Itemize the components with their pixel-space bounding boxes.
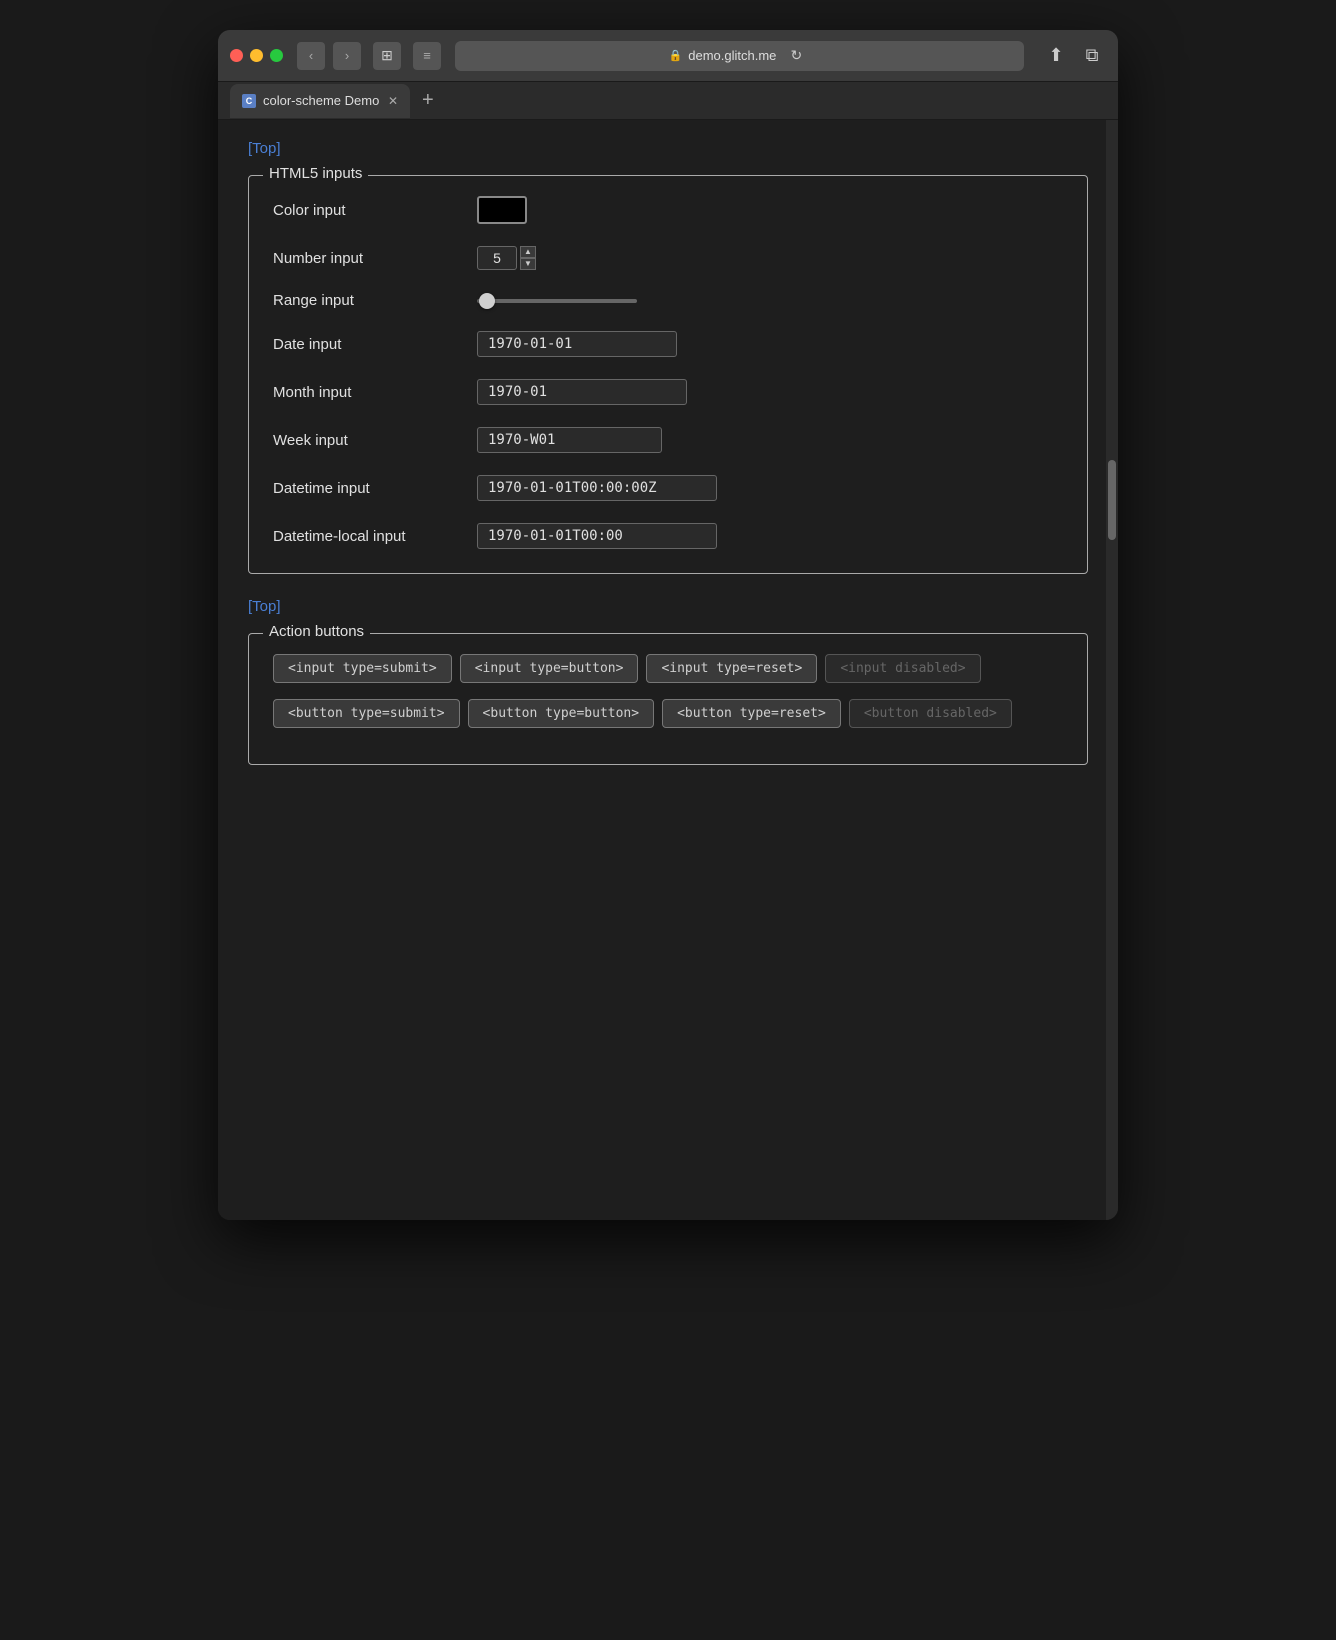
tab-title: color-scheme Demo — [263, 93, 379, 108]
page-content: [Top] HTML5 inputs Color input Number in… — [218, 120, 1118, 1220]
browser-window: ‹ › ⊞ ≡ 🔒 demo.glitch.me ↻ ⬆ ⧉ C color-s… — [218, 30, 1118, 1220]
tab-close-button[interactable]: ✕ — [388, 94, 398, 108]
color-input-row: Color input — [273, 196, 1063, 224]
datetimelocal-input[interactable] — [477, 523, 717, 549]
forward-button[interactable]: › — [333, 42, 361, 70]
color-input[interactable] — [477, 196, 527, 224]
range-thumb[interactable] — [479, 293, 495, 309]
number-spinner: ▲ ▼ — [520, 246, 536, 270]
new-window-button[interactable]: ⧉ — [1078, 42, 1106, 70]
button-button-button[interactable]: <button type=button> — [468, 699, 655, 728]
lock-icon: 🔒 — [669, 49, 683, 62]
button-reset-button[interactable]: <button type=reset> — [662, 699, 841, 728]
url-text: demo.glitch.me — [688, 48, 776, 63]
top-link-1[interactable]: [Top] — [248, 140, 281, 157]
input-submit-button[interactable]: <input type=submit> — [273, 654, 452, 683]
active-tab[interactable]: C color-scheme Demo ✕ — [230, 84, 410, 118]
number-input-wrapper: 5 ▲ ▼ — [477, 246, 536, 270]
range-track — [477, 299, 637, 303]
new-tab-button[interactable]: + — [414, 89, 442, 112]
tab-favicon: C — [242, 94, 256, 108]
scrollbar[interactable] — [1106, 120, 1118, 1220]
input-reset-button[interactable]: <input type=reset> — [646, 654, 817, 683]
datetime-input-label: Datetime input — [273, 480, 463, 497]
number-input[interactable]: 5 — [477, 246, 517, 270]
color-input-label: Color input — [273, 202, 463, 219]
datetime-input-row: Datetime input — [273, 475, 1063, 501]
close-button[interactable] — [230, 49, 243, 62]
minimize-button[interactable] — [250, 49, 263, 62]
range-input-label: Range input — [273, 292, 463, 309]
button-button-group: <button type=submit> <button type=button… — [273, 699, 1063, 728]
datetimelocal-input-row: Datetime-local input — [273, 523, 1063, 549]
input-button-button[interactable]: <input type=button> — [460, 654, 639, 683]
number-input-label: Number input — [273, 250, 463, 267]
address-bar[interactable]: 🔒 demo.glitch.me ↻ — [455, 41, 1024, 71]
sidebar-button[interactable]: ⊞ — [373, 42, 401, 70]
reload-button[interactable]: ↻ — [782, 42, 810, 70]
tab-bar: C color-scheme Demo ✕ + — [218, 82, 1118, 120]
week-input-row: Week input — [273, 427, 1063, 453]
fullscreen-button[interactable] — [270, 49, 283, 62]
spinner-down[interactable]: ▼ — [520, 258, 536, 270]
week-input-label: Week input — [273, 432, 463, 449]
month-input-label: Month input — [273, 384, 463, 401]
date-input-label: Date input — [273, 336, 463, 353]
date-input-row: Date input — [273, 331, 1063, 357]
html5-section-title: HTML5 inputs — [263, 165, 368, 182]
range-input-row: Range input — [273, 292, 1063, 309]
input-button-group: <input type=submit> <input type=button> … — [273, 654, 1063, 683]
number-input-row: Number input 5 ▲ ▼ — [273, 246, 1063, 270]
datetimelocal-input-label: Datetime-local input — [273, 528, 463, 545]
action-buttons-section: Action buttons <input type=submit> <inpu… — [248, 633, 1088, 765]
date-input[interactable] — [477, 331, 677, 357]
action-section-title: Action buttons — [263, 623, 370, 640]
spinner-up[interactable]: ▲ — [520, 246, 536, 258]
top-link-2[interactable]: [Top] — [248, 598, 281, 615]
back-button[interactable]: ‹ — [297, 42, 325, 70]
input-disabled-button: <input disabled> — [825, 654, 980, 683]
button-submit-button[interactable]: <button type=submit> — [273, 699, 460, 728]
month-input-row: Month input — [273, 379, 1063, 405]
toolbar-right: ⬆ ⧉ — [1042, 42, 1106, 70]
month-input[interactable] — [477, 379, 687, 405]
button-disabled-button: <button disabled> — [849, 699, 1012, 728]
title-bar: ‹ › ⊞ ≡ 🔒 demo.glitch.me ↻ ⬆ ⧉ — [218, 30, 1118, 82]
html5-inputs-section: HTML5 inputs Color input Number input 5 … — [248, 175, 1088, 574]
scrollbar-thumb[interactable] — [1108, 460, 1116, 540]
datetime-input[interactable] — [477, 475, 717, 501]
menu-button[interactable]: ≡ — [413, 42, 441, 70]
share-button[interactable]: ⬆ — [1042, 42, 1070, 70]
traffic-lights — [230, 49, 283, 62]
week-input[interactable] — [477, 427, 662, 453]
